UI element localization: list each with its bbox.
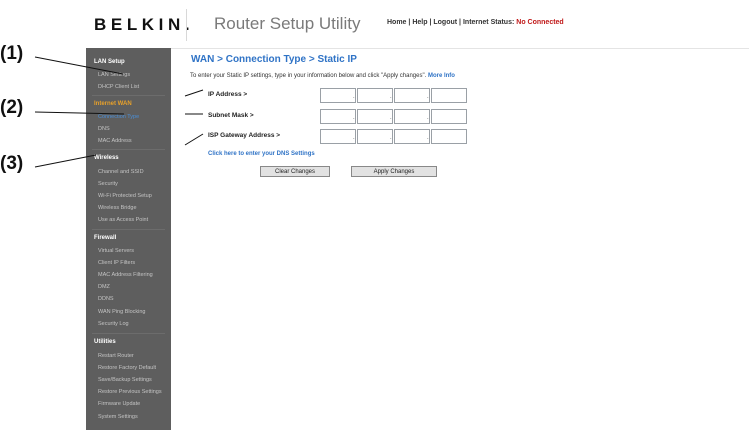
callout-leader-1 [34,56,124,75]
callout-leader-3-tail [184,133,204,146]
callout-leader-lines [34,56,204,168]
callout-leader-1-tail [184,89,204,97]
callout-leader-3 [34,154,97,168]
callout-leader-2 [34,111,125,115]
